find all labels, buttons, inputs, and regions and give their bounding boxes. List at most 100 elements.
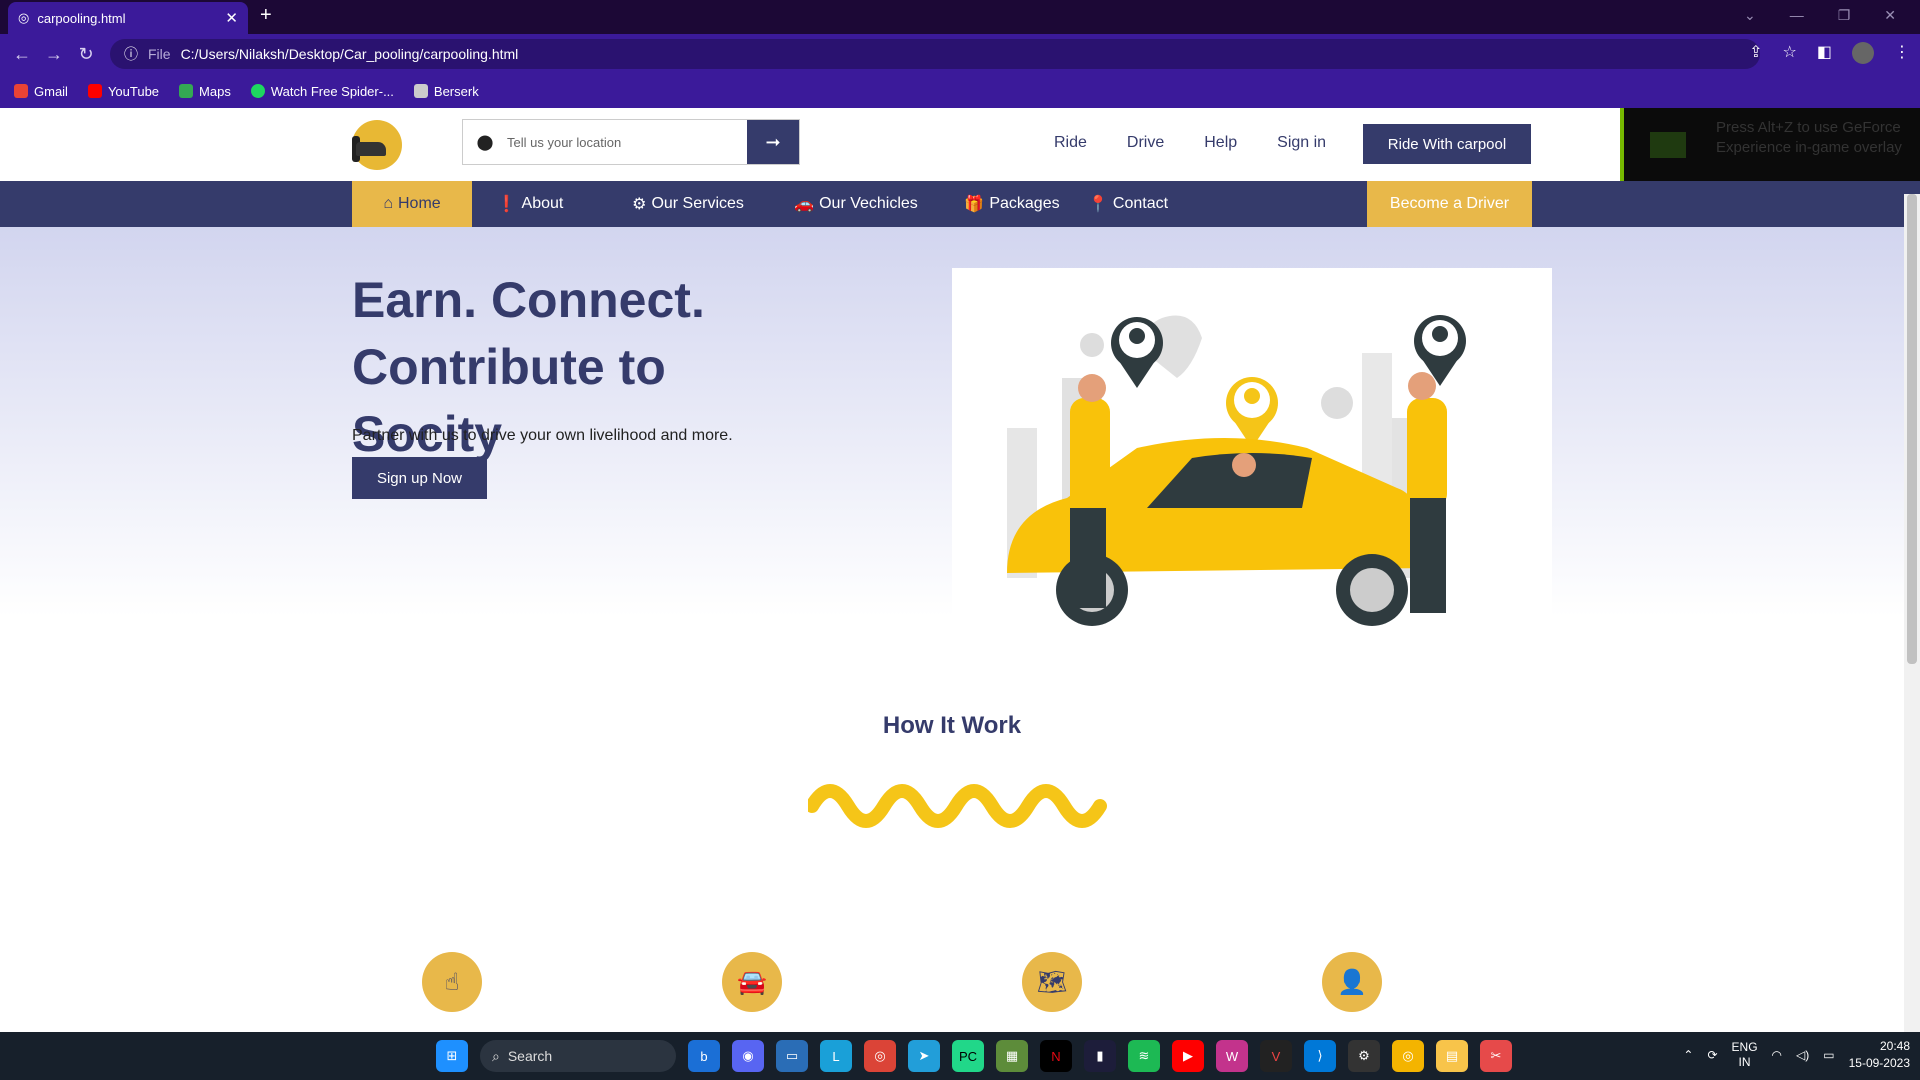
nav-services[interactable]: ⚙ Our Services bbox=[616, 181, 760, 227]
how-it-works-title: How It Work bbox=[882, 712, 1022, 739]
chrome-icon[interactable]: ◎ bbox=[1392, 1040, 1424, 1072]
bookmark-maps[interactable]: Maps bbox=[179, 84, 231, 99]
bookmark-label: Berserk bbox=[433, 83, 479, 99]
signup-button[interactable]: Sign up Now bbox=[352, 457, 487, 499]
close-tab-icon[interactable]: ✕ bbox=[225, 9, 238, 27]
nav-home[interactable]: ⌂ Home bbox=[352, 181, 472, 227]
vscode-icon[interactable]: ⟩ bbox=[1304, 1040, 1336, 1072]
nav-label: About bbox=[521, 195, 564, 212]
bookmark-spider[interactable]: Watch Free Spider-... bbox=[250, 83, 394, 99]
new-tab-icon[interactable]: + bbox=[260, 4, 272, 27]
settings-icon[interactable]: ⚙ bbox=[1348, 1040, 1380, 1072]
nav-packages[interactable]: 🎁 Packages bbox=[952, 181, 1072, 227]
forward-icon[interactable]: → bbox=[38, 44, 70, 65]
wifi-icon[interactable]: ◠ bbox=[1772, 1048, 1782, 1062]
profile-avatar[interactable] bbox=[1852, 42, 1874, 64]
desktop-icon[interactable]: ▭ bbox=[776, 1040, 808, 1072]
star-icon[interactable]: ☆ bbox=[1783, 42, 1797, 64]
discord-icon[interactable]: ◉ bbox=[732, 1040, 764, 1072]
language-indicator[interactable]: ENG IN bbox=[1732, 1040, 1758, 1070]
address-bar[interactable]: ⓘ File C:/Users/Nilaksh/Desktop/Car_pool… bbox=[110, 39, 1760, 69]
link-signin[interactable]: Sign in bbox=[1277, 134, 1326, 152]
nav-about[interactable]: ❗ About bbox=[490, 181, 570, 227]
clock-date: 15-09-2023 bbox=[1848, 1056, 1910, 1070]
link-ride[interactable]: Ride bbox=[1054, 134, 1087, 152]
restore-icon[interactable]: ❐ bbox=[1838, 7, 1851, 24]
main-nav: ⌂ Home ❗ About ⚙ Our Services 🚗 Our Vech… bbox=[0, 181, 1920, 227]
hero-subtext: Partner with us to drive your own liveli… bbox=[352, 427, 733, 444]
ride-with-carpool-button[interactable]: Ride With carpool bbox=[1363, 124, 1531, 164]
region-code: IN bbox=[1738, 1055, 1751, 1069]
home-icon: ⌂ bbox=[383, 195, 393, 212]
volume-icon[interactable]: ◁) bbox=[1796, 1048, 1809, 1062]
pycharm-icon[interactable]: PC bbox=[952, 1040, 984, 1072]
back-icon[interactable]: ← bbox=[6, 44, 38, 65]
search-icon: ⌕ bbox=[492, 1047, 500, 1064]
battery-icon[interactable]: ▭ bbox=[1823, 1048, 1834, 1062]
link-drive[interactable]: Drive bbox=[1127, 134, 1164, 152]
spotify-icon[interactable]: ≋ bbox=[1128, 1040, 1160, 1072]
wps-icon[interactable]: W bbox=[1216, 1040, 1248, 1072]
folder-icon[interactable]: ▤ bbox=[1436, 1040, 1468, 1072]
car-icon: 🚗 bbox=[794, 196, 815, 213]
taskbar: ⊞ ⌕ Search b ◉ ▭ L ◎ ➤ PC ▦ N ▮ ≋ ▶ W V … bbox=[0, 1032, 1920, 1080]
info-circle-icon: ❗ bbox=[496, 196, 517, 213]
menu-icon[interactable]: ⋮ bbox=[1894, 42, 1910, 64]
page-scrollbar[interactable] bbox=[1904, 194, 1920, 1032]
overlay-text: Press Alt+Z to use GeForce Experience in… bbox=[1716, 119, 1902, 156]
become-driver-button[interactable]: Become a Driver bbox=[1367, 181, 1532, 227]
bookmark-label: Gmail bbox=[34, 83, 68, 99]
side-panel-icon[interactable]: ◧ bbox=[1817, 42, 1832, 64]
chevron-up-icon[interactable]: ⌃ bbox=[1683, 1048, 1693, 1062]
nav-contact[interactable]: 📍 Contact bbox=[1088, 181, 1169, 227]
clock-time: 20:48 bbox=[1879, 1039, 1910, 1053]
link-help[interactable]: Help bbox=[1204, 134, 1237, 152]
windows-start-icon[interactable]: ⊞ bbox=[436, 1040, 468, 1072]
browser-tab[interactable]: ◎ carpooling.html ✕ bbox=[8, 2, 248, 34]
map-marker-icon: ⬤ bbox=[476, 134, 494, 151]
close-window-icon[interactable]: ✕ bbox=[1884, 7, 1896, 24]
info-icon[interactable]: ⓘ bbox=[124, 44, 138, 64]
bing-icon[interactable]: b bbox=[688, 1040, 720, 1072]
netflix-icon[interactable]: N bbox=[1040, 1040, 1072, 1072]
telegram-icon[interactable]: ➤ bbox=[908, 1040, 940, 1072]
nav-label: Contact bbox=[1112, 195, 1169, 212]
nav-label: Our Services bbox=[651, 195, 744, 212]
browser-toolbar: ← → ↻ ⓘ File C:/Users/Nilaksh/Desktop/Ca… bbox=[0, 34, 1920, 74]
site-header: ⬤ Tell us your location ➞ Ride Drive Hel… bbox=[0, 108, 1920, 194]
share-icon[interactable]: ⇪ bbox=[1749, 42, 1762, 64]
bookmark-label: YouTube bbox=[107, 83, 160, 99]
bookmark-youtube[interactable]: YouTube bbox=[87, 83, 160, 99]
sync-icon[interactable]: ⟳ bbox=[1707, 1048, 1717, 1062]
gift-icon: 🎁 bbox=[964, 196, 985, 213]
nav-vehicles[interactable]: 🚗 Our Vechicles bbox=[778, 181, 934, 227]
bookmark-label: Watch Free Spider-... bbox=[270, 83, 394, 99]
tab-title: carpooling.html bbox=[37, 10, 126, 26]
youtube-icon[interactable]: ▶ bbox=[1172, 1040, 1204, 1072]
lang-code: ENG bbox=[1731, 1040, 1758, 1054]
location-input[interactable]: Tell us your location bbox=[507, 120, 747, 164]
nav-label: Packages bbox=[989, 195, 1060, 212]
chrome-icon[interactable]: ◎ bbox=[864, 1040, 896, 1072]
minimize-icon[interactable]: — bbox=[1790, 7, 1804, 23]
bookmarks-bar: Gmail YouTube Maps Watch Free Spider-...… bbox=[0, 74, 1920, 108]
toolbar-actions: ⇪ ☆ ◧ ⋮ bbox=[1749, 42, 1910, 64]
bookmark-gmail[interactable]: Gmail bbox=[14, 84, 68, 99]
site-logo[interactable] bbox=[352, 120, 402, 170]
tab-search-icon[interactable]: ⌄ bbox=[1744, 7, 1756, 24]
snipping-icon[interactable]: ✂ bbox=[1480, 1040, 1512, 1072]
vlc-icon[interactable]: V bbox=[1260, 1040, 1292, 1072]
reload-icon[interactable]: ↻ bbox=[70, 44, 102, 65]
bookmark-berserk[interactable]: Berserk bbox=[413, 83, 479, 99]
search-label: Search bbox=[507, 1048, 553, 1064]
user-icon: 👤 bbox=[1322, 952, 1382, 1012]
terminal-icon[interactable]: ▮ bbox=[1084, 1040, 1116, 1072]
arrow-right-icon[interactable]: ➞ bbox=[747, 120, 799, 164]
gear-icon: ⚙ bbox=[632, 196, 647, 213]
minecraft-icon[interactable]: ▦ bbox=[996, 1040, 1028, 1072]
clock[interactable]: 20:48 15-09-2023 bbox=[1849, 1038, 1910, 1072]
scrollbar-thumb[interactable] bbox=[1907, 194, 1917, 664]
l-app-icon[interactable]: L bbox=[820, 1040, 852, 1072]
berserk-icon bbox=[413, 84, 428, 98]
taskbar-search[interactable]: ⌕ Search bbox=[480, 1040, 676, 1072]
